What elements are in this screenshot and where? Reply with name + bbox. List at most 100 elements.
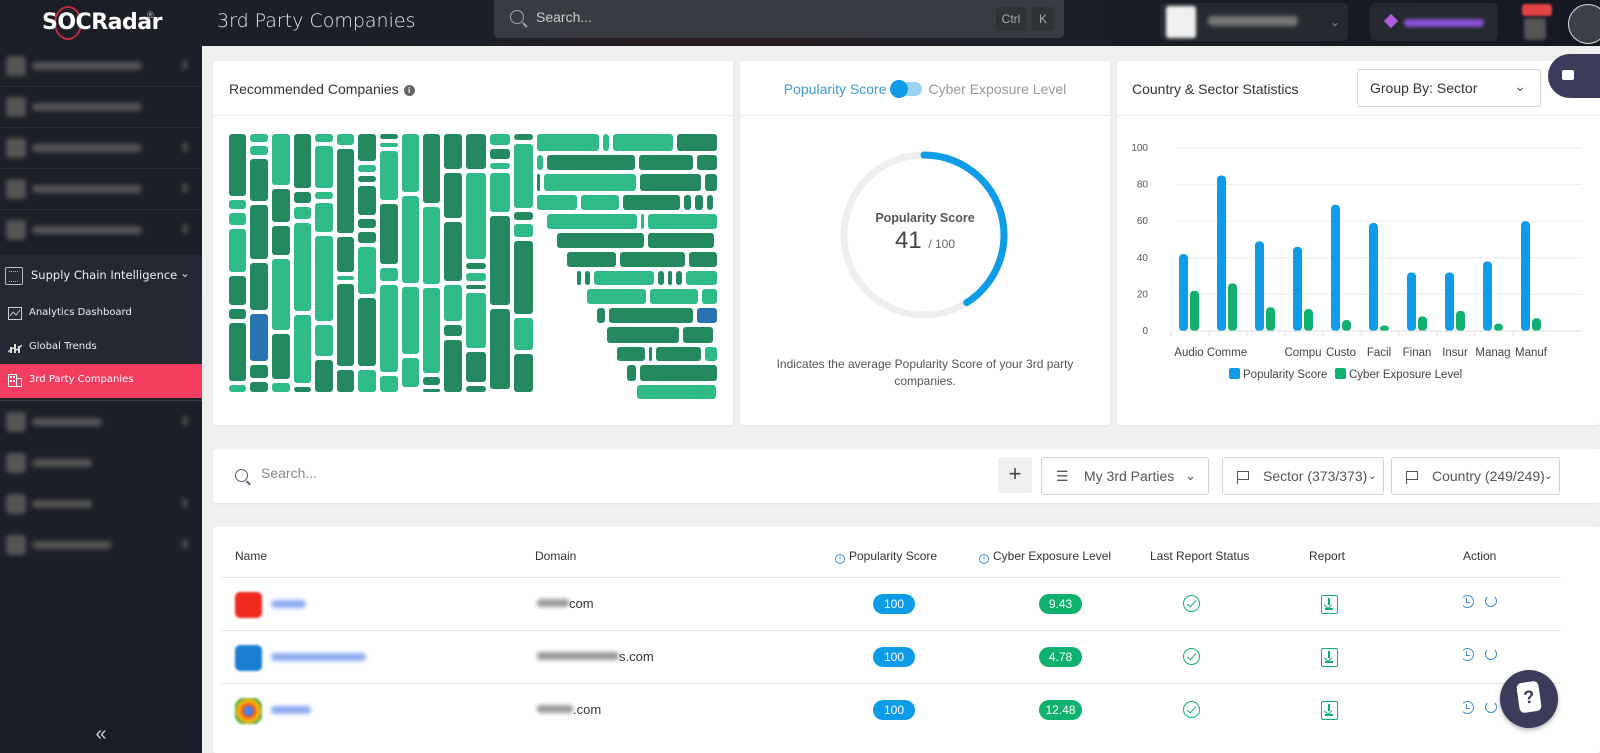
company-tile[interactable] xyxy=(294,134,311,188)
company-tile[interactable] xyxy=(337,134,354,146)
column-header-name[interactable]: Name xyxy=(235,549,267,563)
company-tile[interactable] xyxy=(688,252,717,267)
bar-cyber-exposure[interactable] xyxy=(1532,318,1541,331)
company-tile[interactable] xyxy=(358,165,376,173)
company-tile[interactable] xyxy=(402,358,419,387)
bar-popularity[interactable] xyxy=(1483,261,1492,331)
company-tile[interactable] xyxy=(702,289,717,304)
country-filter-dropdown[interactable]: Country (249/249) ⌄ xyxy=(1391,457,1560,495)
company-tile[interactable] xyxy=(514,241,533,314)
company-tile[interactable] xyxy=(537,155,544,170)
download-report-icon[interactable] xyxy=(1321,648,1338,667)
sidebar-item-blurred[interactable] xyxy=(0,443,202,483)
company-tile[interactable] xyxy=(250,313,268,362)
company-tile[interactable] xyxy=(537,174,541,191)
bar-cyber-exposure[interactable] xyxy=(1494,323,1503,331)
company-tile[interactable] xyxy=(229,134,246,197)
bar-cyber-exposure[interactable] xyxy=(1190,290,1199,331)
company-tile[interactable] xyxy=(272,134,290,186)
company-tile[interactable] xyxy=(294,314,311,383)
company-tile[interactable] xyxy=(380,142,398,147)
company-tile[interactable] xyxy=(537,134,599,151)
legend-item[interactable]: Cyber Exposure Level xyxy=(1335,368,1462,381)
company-tile[interactable] xyxy=(466,263,486,269)
company-tile[interactable] xyxy=(648,214,717,229)
company-tile[interactable] xyxy=(657,271,664,285)
notifications-button[interactable] xyxy=(1520,4,1552,40)
company-tile[interactable] xyxy=(584,271,591,285)
company-tile[interactable] xyxy=(639,174,701,191)
sidebar-item-supply-chain-intelligence[interactable]: Supply Chain Intelligence ⌄ xyxy=(0,255,202,297)
column-header-report[interactable]: Report xyxy=(1309,549,1345,563)
company-tile[interactable] xyxy=(337,236,354,272)
sidebar-item-blurred[interactable] xyxy=(0,87,202,127)
company-tile[interactable] xyxy=(466,134,486,170)
score-type-toggle[interactable] xyxy=(890,80,923,98)
company-tile[interactable] xyxy=(707,195,713,210)
company-tile[interactable] xyxy=(514,134,533,141)
socradar-logo[interactable]: SOCRadar ® xyxy=(40,6,162,40)
company-tile[interactable] xyxy=(337,369,354,392)
company-tile[interactable] xyxy=(547,155,635,170)
bar-popularity[interactable] xyxy=(1331,204,1340,331)
company-tile[interactable] xyxy=(675,271,682,285)
company-tile[interactable] xyxy=(684,195,692,210)
company-tile[interactable] xyxy=(547,214,638,229)
company-tile[interactable] xyxy=(272,189,290,222)
column-header-domain[interactable]: Domain xyxy=(535,549,576,563)
global-search-input[interactable] xyxy=(536,9,956,25)
company-tile[interactable] xyxy=(250,205,268,260)
company-tile[interactable] xyxy=(402,134,419,192)
company-tile[interactable] xyxy=(272,225,290,255)
company-tile[interactable] xyxy=(315,203,333,233)
company-tile[interactable] xyxy=(637,385,716,399)
company-tile[interactable] xyxy=(250,365,268,379)
download-report-icon[interactable] xyxy=(1321,595,1338,614)
organization-select[interactable]: ⌄ xyxy=(1160,3,1348,41)
company-tile[interactable] xyxy=(402,286,419,355)
column-header-cyber-exposure[interactable]: i Cyber Exposure Level xyxy=(979,549,1111,564)
toggle-label-cyber-exposure[interactable]: Cyber Exposure Level xyxy=(928,81,1066,97)
bar-cyber-exposure[interactable] xyxy=(1266,307,1275,331)
company-tile[interactable] xyxy=(294,191,311,204)
bar-popularity[interactable] xyxy=(1369,223,1378,331)
company-tile[interactable] xyxy=(272,258,290,330)
chat-button[interactable] xyxy=(1548,54,1600,98)
company-tile[interactable] xyxy=(294,222,311,311)
company-tile[interactable] xyxy=(229,384,246,392)
help-button[interactable]: ? xyxy=(1500,670,1558,728)
company-tile[interactable] xyxy=(250,382,268,392)
sidebar-item-blurred[interactable] xyxy=(0,402,202,442)
company-tile[interactable] xyxy=(490,162,510,169)
company-tile[interactable] xyxy=(607,327,679,343)
company-tile[interactable] xyxy=(514,223,533,237)
company-tile[interactable] xyxy=(229,276,246,305)
column-header-popularity[interactable]: i Popularity Score xyxy=(835,549,937,564)
company-tile[interactable] xyxy=(696,155,717,170)
bar-cyber-exposure[interactable] xyxy=(1456,310,1465,331)
bar-popularity[interactable] xyxy=(1521,221,1530,331)
sector-filter-dropdown[interactable]: Sector (373/373) ⌄ xyxy=(1222,457,1384,495)
column-header-last-report-status[interactable]: Last Report Status xyxy=(1150,549,1249,563)
company-tile[interactable] xyxy=(380,285,398,372)
bar-popularity[interactable] xyxy=(1407,272,1416,331)
company-tile[interactable] xyxy=(337,275,354,280)
company-tile[interactable] xyxy=(380,134,398,139)
sidebar-item-3rd-party-companies[interactable]: 3rd Party Companies xyxy=(0,364,202,398)
company-tile[interactable] xyxy=(619,252,685,267)
company-tile[interactable] xyxy=(627,365,637,381)
company-tile[interactable] xyxy=(423,288,440,374)
sidebar-item-analytics-dashboard[interactable]: Analytics Dashboard xyxy=(0,297,202,331)
companies-treemap[interactable] xyxy=(229,134,719,399)
company-tile[interactable] xyxy=(444,221,462,281)
company-name-link[interactable] xyxy=(271,706,311,714)
company-tile[interactable] xyxy=(655,347,702,361)
company-tile[interactable] xyxy=(667,271,672,285)
company-tile[interactable] xyxy=(466,173,486,260)
sidebar-item-blurred[interactable] xyxy=(0,169,202,209)
info-icon[interactable]: i xyxy=(979,554,989,564)
sidebar-item-blurred[interactable] xyxy=(0,210,202,250)
company-tile[interactable] xyxy=(537,195,577,210)
sidebar-item-global-trends[interactable]: Global Trends xyxy=(0,331,202,365)
company-tile[interactable] xyxy=(490,172,510,213)
